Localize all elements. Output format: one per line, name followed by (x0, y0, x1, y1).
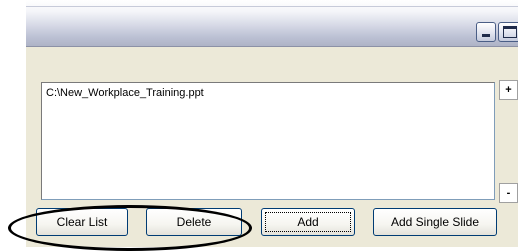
clear-list-label: Clear List (56, 215, 108, 229)
add-single-slide-button[interactable]: Add Single Slide (373, 208, 497, 236)
focus-rectangle (265, 212, 351, 232)
clear-list-button[interactable]: Clear List (36, 208, 128, 236)
list-item[interactable]: C:\New_Workplace_Training.ppt (46, 87, 204, 99)
delete-button[interactable]: Delete (146, 208, 242, 236)
add-single-slide-label: Add Single Slide (390, 215, 480, 229)
title-bar (26, 0, 518, 47)
add-item-button[interactable]: + (499, 80, 518, 100)
delete-label: Delete (176, 215, 212, 229)
maximize-icon (503, 26, 517, 38)
maximize-button[interactable] (498, 22, 518, 42)
file-listbox[interactable]: C:\New_Workplace_Training.ppt (41, 82, 495, 200)
minimize-button[interactable] (476, 22, 496, 42)
minimize-icon (482, 34, 490, 37)
add-button[interactable]: Add (261, 208, 355, 236)
remove-item-button[interactable]: - (499, 183, 518, 203)
